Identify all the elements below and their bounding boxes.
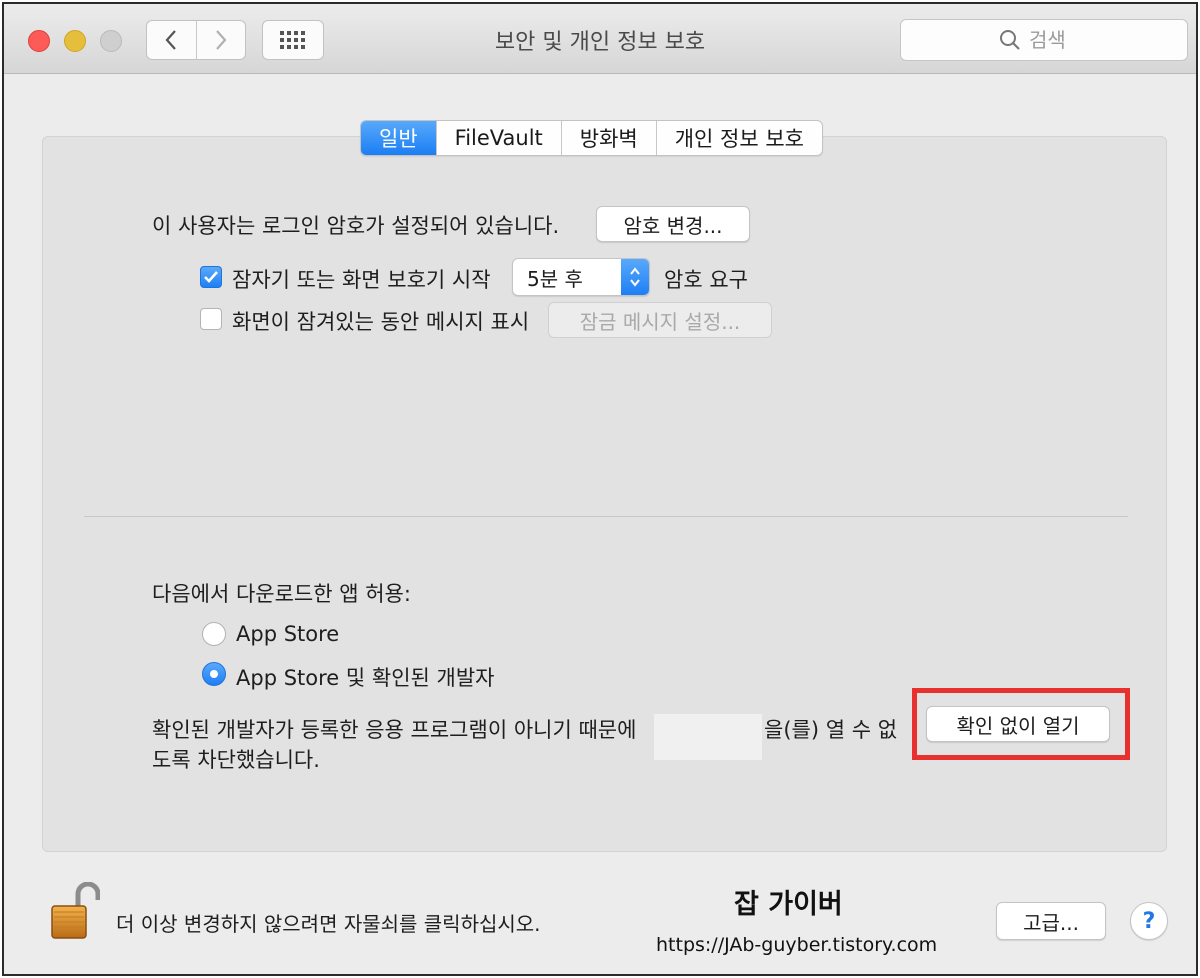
chevron-right-icon <box>216 30 227 50</box>
show-all-button[interactable] <box>262 20 324 60</box>
require-password-label: 잠자기 또는 화면 보호기 시작 <box>232 268 491 292</box>
updown-arrows-icon <box>621 259 649 295</box>
grid-icon <box>280 31 305 49</box>
require-password-suffix: 암호 요구 <box>664 268 748 292</box>
zoom-window-button[interactable] <box>100 30 122 52</box>
search-icon <box>1000 30 1020 50</box>
close-window-button[interactable] <box>28 30 50 52</box>
watermark-title: 잡 가이버 <box>734 889 843 920</box>
password-status-text: 이 사용자는 로그인 암호가 설정되어 있습니다. <box>152 214 560 238</box>
unlocked-padlock-icon[interactable] <box>48 882 100 942</box>
watermark-url: https://JAb-guyber.tistory.com <box>656 934 938 956</box>
password-delay-value: 5분 후 <box>527 266 583 291</box>
show-message-label: 화면이 잠겨있는 동안 메시지 표시 <box>232 310 530 334</box>
radio-app-store-and-identified[interactable] <box>202 662 226 686</box>
blocked-message-line2: 도록 차단했습니다. <box>152 748 320 772</box>
highlight-box <box>912 688 1130 760</box>
radio-app-store-label: App Store <box>236 622 340 646</box>
preferences-window: 보안 및 개인 정보 보호 일반 FileVault 방화벽 개인 정보 보호 … <box>2 2 1198 976</box>
radio-app-store[interactable] <box>202 622 226 646</box>
navigation-buttons <box>146 20 246 60</box>
show-message-checkbox[interactable] <box>200 308 222 330</box>
section-divider <box>84 516 1128 517</box>
lock-message-button[interactable]: 잠금 메시지 설정... <box>548 302 772 338</box>
search-input[interactable] <box>1029 28 1089 52</box>
forward-button[interactable] <box>195 21 245 59</box>
tab-filevault[interactable]: FileVault <box>435 121 561 155</box>
blocked-message-suffix: 을(를) 열 수 없 <box>764 718 898 742</box>
lock-instruction-text: 더 이상 변경하지 않으려면 자물쇠를 클릭하십시오. <box>116 912 541 936</box>
redacted-app-name <box>654 714 762 760</box>
radio-app-store-and-identified-label: App Store 및 확인된 개발자 <box>236 666 495 690</box>
chevron-left-icon <box>166 30 177 50</box>
advanced-button[interactable]: 고급... <box>996 902 1106 940</box>
download-heading: 다음에서 다운로드한 앱 허용: <box>152 582 411 606</box>
password-delay-select[interactable]: 5분 후 <box>512 258 650 296</box>
minimize-window-button[interactable] <box>64 30 86 52</box>
tab-firewall[interactable]: 방화벽 <box>560 121 656 155</box>
search-field[interactable] <box>900 19 1188 61</box>
blocked-message-prefix: 확인된 개발자가 등록한 응용 프로그램이 아니기 때문에 <box>152 718 637 742</box>
checkmark-icon <box>204 271 218 283</box>
require-password-checkbox[interactable] <box>200 266 222 288</box>
tab-bar: 일반 FileVault 방화벽 개인 정보 보호 <box>360 120 824 156</box>
help-button[interactable]: ? <box>1130 902 1168 940</box>
back-button[interactable] <box>147 21 196 59</box>
tab-general[interactable]: 일반 <box>361 121 436 155</box>
change-password-button[interactable]: 암호 변경... <box>596 206 750 242</box>
title-bar: 보안 및 개인 정보 보호 <box>4 4 1196 74</box>
tab-privacy[interactable]: 개인 정보 보호 <box>655 121 822 155</box>
